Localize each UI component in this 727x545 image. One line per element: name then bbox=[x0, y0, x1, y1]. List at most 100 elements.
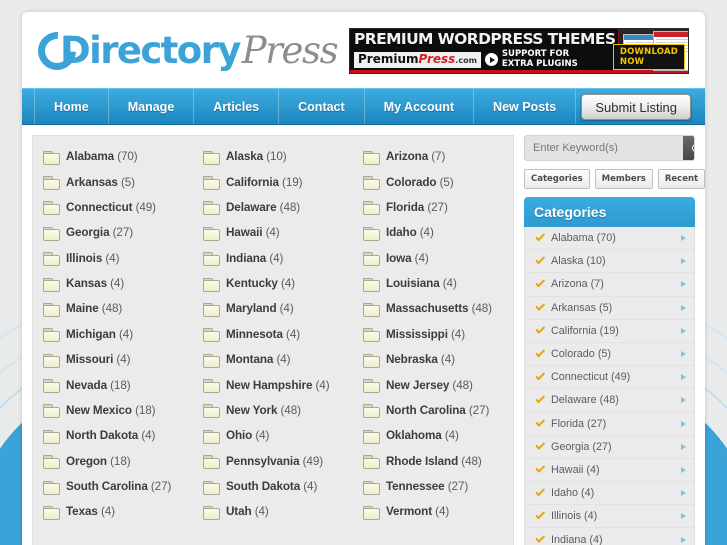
category-item[interactable]: Florida (27) bbox=[353, 195, 513, 220]
sidebar-category-item[interactable]: Illinois (4) bbox=[525, 505, 694, 529]
category-item[interactable]: Maine (48) bbox=[33, 296, 193, 321]
category-item[interactable]: New Mexico (18) bbox=[33, 398, 193, 423]
category-name: Pennsylvania bbox=[225, 454, 300, 468]
folder-icon bbox=[202, 429, 220, 444]
category-item[interactable]: North Dakota (4) bbox=[33, 423, 193, 448]
category-count: (4) bbox=[442, 277, 457, 291]
category-item[interactable]: Massachusetts (48) bbox=[353, 296, 513, 321]
category-item[interactable]: Idaho (4) bbox=[353, 220, 513, 245]
chevron-right-icon bbox=[681, 490, 686, 497]
category-item[interactable]: California (19) bbox=[193, 169, 353, 194]
category-item[interactable]: Hawaii (4) bbox=[193, 220, 353, 245]
folder-icon bbox=[362, 302, 380, 317]
category-count: (4) bbox=[440, 353, 455, 367]
category-item[interactable]: Georgia (27) bbox=[33, 220, 193, 245]
category-item[interactable]: Texas (4) bbox=[33, 499, 193, 524]
category-item[interactable]: Arizona (7) bbox=[353, 144, 513, 169]
category-item[interactable]: Kansas (4) bbox=[33, 271, 193, 296]
category-item[interactable]: Indiana (4) bbox=[193, 246, 353, 271]
chevron-right-icon bbox=[681, 397, 686, 404]
category-item[interactable]: Arkansas (5) bbox=[33, 169, 193, 194]
category-item[interactable]: South Carolina (27) bbox=[33, 474, 193, 499]
category-item[interactable]: Ohio (4) bbox=[193, 423, 353, 448]
category-name: Minnesota bbox=[225, 327, 283, 341]
category-item[interactable]: Minnesota (4) bbox=[193, 322, 353, 347]
category-item-label: Kansas (4) bbox=[66, 277, 124, 290]
category-name: Utah bbox=[225, 505, 252, 519]
category-item[interactable]: Illinois (4) bbox=[33, 246, 193, 271]
category-item-label: New Hampshire (4) bbox=[226, 379, 330, 392]
category-item[interactable]: Delaware (48) bbox=[193, 195, 353, 220]
category-item[interactable]: Tennessee (27) bbox=[353, 474, 513, 499]
site-logo[interactable]: Directory Press bbox=[30, 23, 339, 78]
sidebar-category-item[interactable]: Colorado (5) bbox=[525, 343, 694, 367]
category-item[interactable]: Rhode Island (48) bbox=[353, 449, 513, 474]
sidebar-category-item[interactable]: Indiana (4) bbox=[525, 528, 694, 545]
category-item[interactable]: Michigan (4) bbox=[33, 322, 193, 347]
nav-item-contact[interactable]: Contact bbox=[279, 89, 365, 124]
tab-members[interactable]: Members bbox=[594, 169, 653, 189]
sidebar-category-item[interactable]: Hawaii (4) bbox=[525, 459, 694, 483]
category-item[interactable]: Connecticut (49) bbox=[33, 195, 193, 220]
sidebar-category-item[interactable]: California (19) bbox=[525, 320, 694, 343]
category-item[interactable]: New Jersey (48) bbox=[353, 372, 513, 397]
submit-listing-button[interactable]: Submit Listing bbox=[581, 94, 691, 120]
tab-recent[interactable]: Recent bbox=[657, 169, 705, 189]
folder-icon bbox=[202, 328, 220, 343]
category-item-label: Illinois (4) bbox=[66, 252, 119, 265]
category-count: (48) bbox=[280, 403, 301, 417]
category-item[interactable]: North Carolina (27) bbox=[353, 398, 513, 423]
category-count: (4) bbox=[116, 353, 131, 367]
category-item[interactable]: New Hampshire (4) bbox=[193, 372, 353, 397]
category-item[interactable]: Kentucky (4) bbox=[193, 271, 353, 296]
category-item[interactable]: South Dakota (4) bbox=[193, 474, 353, 499]
category-item[interactable]: New York (48) bbox=[193, 398, 353, 423]
sidebar-category-item[interactable]: Florida (27) bbox=[525, 413, 694, 436]
nav-item-manage[interactable]: Manage bbox=[109, 89, 195, 124]
nav-item-my-account[interactable]: My Account bbox=[365, 89, 475, 124]
sidebar-category-item[interactable]: Idaho (4) bbox=[525, 482, 694, 506]
category-item[interactable]: Oklahoma (4) bbox=[353, 423, 513, 448]
sidebar-category-item[interactable]: Alabama (70) bbox=[525, 227, 694, 251]
category-item[interactable]: Montana (4) bbox=[193, 347, 353, 372]
category-item[interactable]: Alaska (10) bbox=[193, 144, 353, 169]
category-item[interactable]: Maryland (4) bbox=[193, 296, 353, 321]
category-count: (4) bbox=[279, 302, 294, 316]
sidebar-category-item[interactable]: Connecticut (49) bbox=[525, 366, 694, 390]
category-item[interactable]: Alabama (70) bbox=[33, 144, 193, 169]
chevron-right-icon bbox=[681, 327, 686, 334]
chevron-right-icon bbox=[681, 304, 686, 311]
sidebar-tabs: Categories Members Recent bbox=[524, 169, 705, 189]
banner-ad[interactable]: PREMIUM WORDPRESS THEMES PremiumPress.co… bbox=[349, 28, 689, 74]
sidebar-category-item[interactable]: Delaware (48) bbox=[525, 389, 694, 413]
nav-item-home[interactable]: Home bbox=[34, 89, 109, 124]
category-item[interactable]: Mississippi (4) bbox=[353, 322, 513, 347]
category-name: Rhode Island bbox=[385, 454, 459, 468]
folder-icon bbox=[202, 176, 220, 191]
category-item[interactable]: Louisiana (4) bbox=[353, 271, 513, 296]
nav-item-articles[interactable]: Articles bbox=[194, 89, 280, 124]
category-item[interactable]: Pennsylvania (49) bbox=[193, 449, 353, 474]
category-item[interactable]: Oregon (18) bbox=[33, 449, 193, 474]
category-count: (4) bbox=[105, 251, 120, 265]
download-now-button[interactable]: DOWNLOAD NOW bbox=[612, 44, 685, 70]
category-item[interactable]: Nebraska (4) bbox=[353, 347, 513, 372]
search-input[interactable] bbox=[525, 136, 683, 160]
check-icon bbox=[534, 233, 545, 244]
category-item[interactable]: Missouri (4) bbox=[33, 347, 193, 372]
category-name: Connecticut bbox=[66, 200, 133, 214]
sidebar-category-item[interactable]: Arkansas (5) bbox=[525, 297, 694, 320]
sidebar-category-item[interactable]: Alaska (10) bbox=[525, 250, 694, 274]
tab-categories[interactable]: Categories bbox=[524, 169, 590, 189]
category-item-label: South Dakota (4) bbox=[226, 480, 317, 493]
category-item[interactable]: Vermont (4) bbox=[353, 499, 513, 524]
category-item-label: Alaska (10) bbox=[226, 150, 287, 163]
category-item[interactable]: Colorado (5) bbox=[353, 169, 513, 194]
nav-item-new-posts[interactable]: New Posts bbox=[474, 89, 577, 124]
category-item[interactable]: Iowa (4) bbox=[353, 246, 513, 271]
sidebar-category-item[interactable]: Arizona (7) bbox=[525, 273, 694, 297]
search-button[interactable] bbox=[683, 136, 694, 160]
category-item[interactable]: Utah (4) bbox=[193, 499, 353, 524]
sidebar-category-item[interactable]: Georgia (27) bbox=[525, 436, 694, 459]
category-item[interactable]: Nevada (18) bbox=[33, 372, 193, 397]
